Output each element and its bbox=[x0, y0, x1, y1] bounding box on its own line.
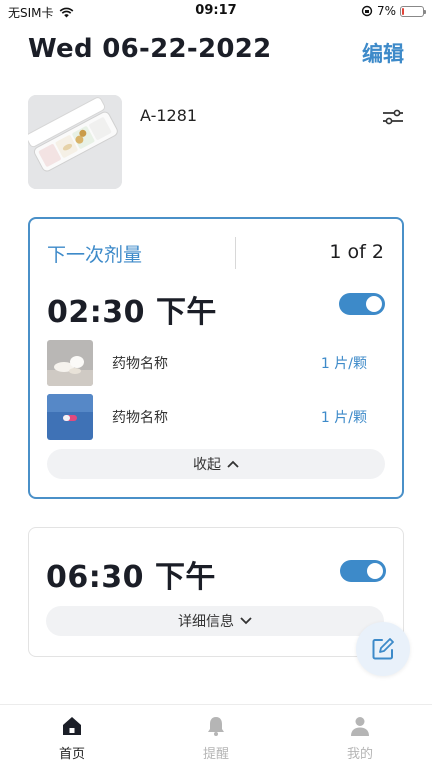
medication-dose: 1 片/颗 bbox=[320, 410, 367, 426]
settings-sliders-button[interactable] bbox=[382, 107, 404, 127]
dose-toggle[interactable] bbox=[340, 560, 386, 582]
details-button[interactable]: 详细信息 bbox=[46, 606, 384, 636]
medication-dose: 1 片/颗 bbox=[320, 356, 367, 372]
device-image[interactable] bbox=[28, 95, 122, 189]
dose-time: 02:30 下午 bbox=[47, 295, 217, 330]
next-dose-card: 下一次剂量 1 of 2 02:30 下午 药物名称 1 片/颗 药物名称 1 … bbox=[28, 217, 404, 499]
toggle-knob bbox=[367, 563, 383, 579]
sliders-icon bbox=[383, 109, 403, 125]
tab-home[interactable]: 首页 bbox=[0, 705, 144, 768]
device-name: A-1281 bbox=[140, 106, 198, 125]
medication-name: 药物名称 bbox=[112, 356, 168, 372]
orientation-lock-icon bbox=[361, 5, 373, 17]
details-label: 详细信息 bbox=[178, 614, 234, 630]
dose-time: 06:30 下午 bbox=[46, 560, 216, 595]
dose-card: 06:30 下午 详细信息 bbox=[28, 527, 404, 657]
tab-profile[interactable]: 我的 bbox=[288, 705, 432, 768]
tab-label: 首页 bbox=[58, 747, 85, 762]
battery-icon bbox=[400, 5, 426, 17]
tab-reminders[interactable]: 提醒 bbox=[144, 705, 288, 768]
status-right: 7% bbox=[361, 4, 426, 18]
home-icon bbox=[63, 717, 81, 735]
tab-label: 我的 bbox=[346, 747, 373, 762]
pill-box-illustration bbox=[28, 95, 122, 189]
card-divider bbox=[235, 237, 236, 269]
medication-name: 药物名称 bbox=[112, 410, 168, 426]
edit-note-icon bbox=[372, 638, 394, 660]
medication-image bbox=[47, 340, 93, 386]
collapse-button[interactable]: 收起 bbox=[47, 449, 385, 479]
collapse-label: 收起 bbox=[193, 457, 221, 473]
person-icon bbox=[351, 717, 369, 736]
medication-row[interactable]: 药物名称 1 片/颗 bbox=[47, 394, 387, 440]
medication-row[interactable]: 药物名称 1 片/颗 bbox=[47, 340, 387, 386]
bell-icon bbox=[208, 717, 224, 736]
capsule-photo bbox=[47, 394, 93, 440]
tab-bar: 首页 提醒 我的 bbox=[0, 704, 432, 768]
toggle-knob bbox=[366, 296, 382, 312]
dose-toggle[interactable] bbox=[339, 293, 385, 315]
edit-button[interactable]: 编辑 bbox=[362, 38, 404, 68]
add-note-button[interactable] bbox=[356, 622, 410, 676]
next-dose-label: 下一次剂量 bbox=[47, 244, 143, 266]
dose-counter: 1 of 2 bbox=[329, 241, 384, 263]
chevron-down-icon bbox=[240, 617, 252, 625]
battery-percent: 7% bbox=[376, 4, 396, 18]
chevron-up-icon bbox=[227, 460, 239, 468]
page-title-date: Wed 06-22-2022 bbox=[28, 34, 272, 64]
pills-photo bbox=[47, 340, 93, 386]
tab-label: 提醒 bbox=[202, 747, 229, 762]
battery-level bbox=[402, 7, 404, 15]
status-bar: 无SIM卡 09:17 7% bbox=[0, 0, 432, 22]
medication-image bbox=[47, 394, 93, 440]
